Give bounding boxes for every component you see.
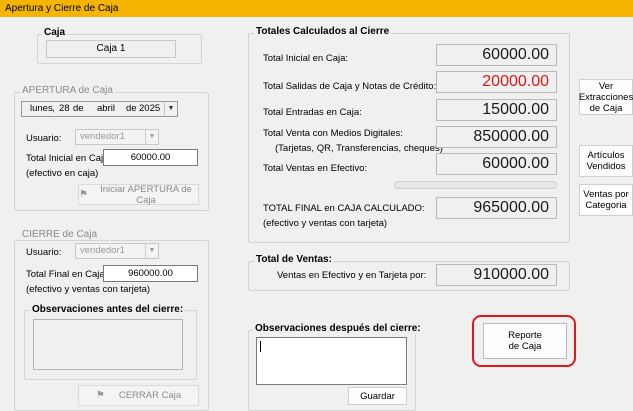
total-inicial-input[interactable]: 60000.00: [103, 149, 198, 166]
date-day: 28: [59, 103, 70, 114]
cierre-usuario-select[interactable]: vendedor1 ▼: [75, 243, 159, 259]
apertura-legend: APERTURA de Caja: [20, 85, 115, 96]
total-ventas-label: Ventas en Efectivo y en Tarjeta por:: [277, 270, 427, 281]
cierre-usuario-label: Usuario:: [26, 247, 62, 258]
total-final-calculado-value: 965000.00: [436, 197, 557, 219]
apertura-date-picker[interactable]: lunes , 28 de abril de 2025 ▼: [21, 101, 178, 117]
apertura-usuario-label: Usuario:: [26, 133, 62, 144]
apertura-usuario-value: vendedor1: [80, 131, 125, 142]
obs-despues-textarea[interactable]: [256, 337, 407, 385]
total-inicial-label: Total Inicial en Caja:: [26, 153, 112, 164]
apertura-usuario-select[interactable]: vendedor1 ▼: [75, 129, 159, 145]
total-ventas-value: 910000.00: [436, 264, 557, 286]
obs-antes-textarea[interactable]: [33, 319, 183, 370]
totales-progress-bar: [394, 181, 557, 189]
iniciar-apertura-button[interactable]: ⚑ Iniciar APERTURA de Caja: [78, 183, 199, 206]
total-salidas-value: 20000.00: [436, 71, 557, 93]
total-inicial-value: 60000.00: [436, 44, 557, 66]
caja-value: Caja 1: [46, 40, 176, 58]
total-final-label: Total Final en Caja:: [26, 269, 108, 280]
totales-row-label: Total Salidas de Caja y Notas de Crédito…: [263, 81, 437, 92]
totales-row-sublabel: (Tarjetas, QR, Transferencias, cheques): [275, 143, 443, 154]
chevron-down-icon: ▼: [145, 244, 158, 258]
guardar-button[interactable]: Guardar: [348, 387, 407, 405]
total-efectivo-value: 60000.00: [436, 153, 557, 175]
cerrar-caja-label: CERRAR Caja: [118, 390, 182, 401]
date-year: 2025: [139, 103, 161, 114]
iniciar-apertura-label: Iniciar APERTURA de Caja: [100, 183, 192, 206]
articulos-vendidos-button[interactable]: Artículos Vendidos: [579, 145, 633, 177]
total-entradas-value: 15000.00: [436, 99, 557, 121]
cierre-usuario-value: vendedor1: [80, 245, 125, 256]
total-medios-digitales-value: 850000.00: [436, 126, 557, 148]
total-final-sublabel: (efectivo y ventas con tarjeta): [26, 284, 151, 295]
totales-row-label: Total Ventas en Efectivo:: [263, 163, 368, 174]
totales-row-label: Total Inicial en Caja:: [263, 53, 349, 64]
totales-legend: Totales Calculados al Cierre: [254, 26, 392, 37]
totales-row-label: Total Venta con Medios Digitales:: [263, 128, 403, 139]
totales-row-sublabel: (efectivo y ventas con tarjeta): [263, 218, 388, 229]
ver-extracciones-button[interactable]: Ver Extracciones de Caja: [579, 79, 633, 115]
total-final-input[interactable]: 960000.00: [103, 265, 198, 282]
caja-legend: Caja: [42, 27, 68, 38]
open-register-icon: ⚑: [79, 189, 88, 200]
date-comma: ,: [52, 103, 55, 114]
chevron-down-icon[interactable]: ▼: [164, 102, 177, 116]
chevron-down-icon: ▼: [145, 130, 158, 144]
total-ventas-legend: Total de Ventas:: [254, 254, 334, 265]
obs-despues-legend: Observaciones después del cierre:: [253, 323, 423, 334]
date-month: abril: [97, 103, 115, 114]
window-title: Apertura y Cierre de Caja: [0, 0, 633, 17]
total-inicial-sublabel: (efectivo en caja): [26, 168, 99, 179]
reporte-caja-button[interactable]: Reporte de Caja: [483, 323, 567, 359]
date-weekday: lunes: [30, 103, 53, 114]
close-register-icon: ⚑: [95, 390, 105, 401]
cierre-legend: CIERRE de Caja: [20, 229, 100, 240]
totales-row-label: TOTAL FINAL en CAJA CALCULADO:: [263, 203, 425, 214]
cerrar-caja-button[interactable]: ⚑ CERRAR Caja: [78, 385, 199, 406]
date-sep: de: [73, 103, 84, 114]
text-caret: [260, 341, 261, 352]
date-sep2: de: [126, 103, 137, 114]
obs-antes-legend: Observaciones antes del cierre:: [30, 304, 186, 315]
ventas-por-categoria-button[interactable]: Ventas por Categoria: [579, 184, 633, 216]
totales-row-label: Total Entradas en Caja:: [263, 107, 362, 118]
